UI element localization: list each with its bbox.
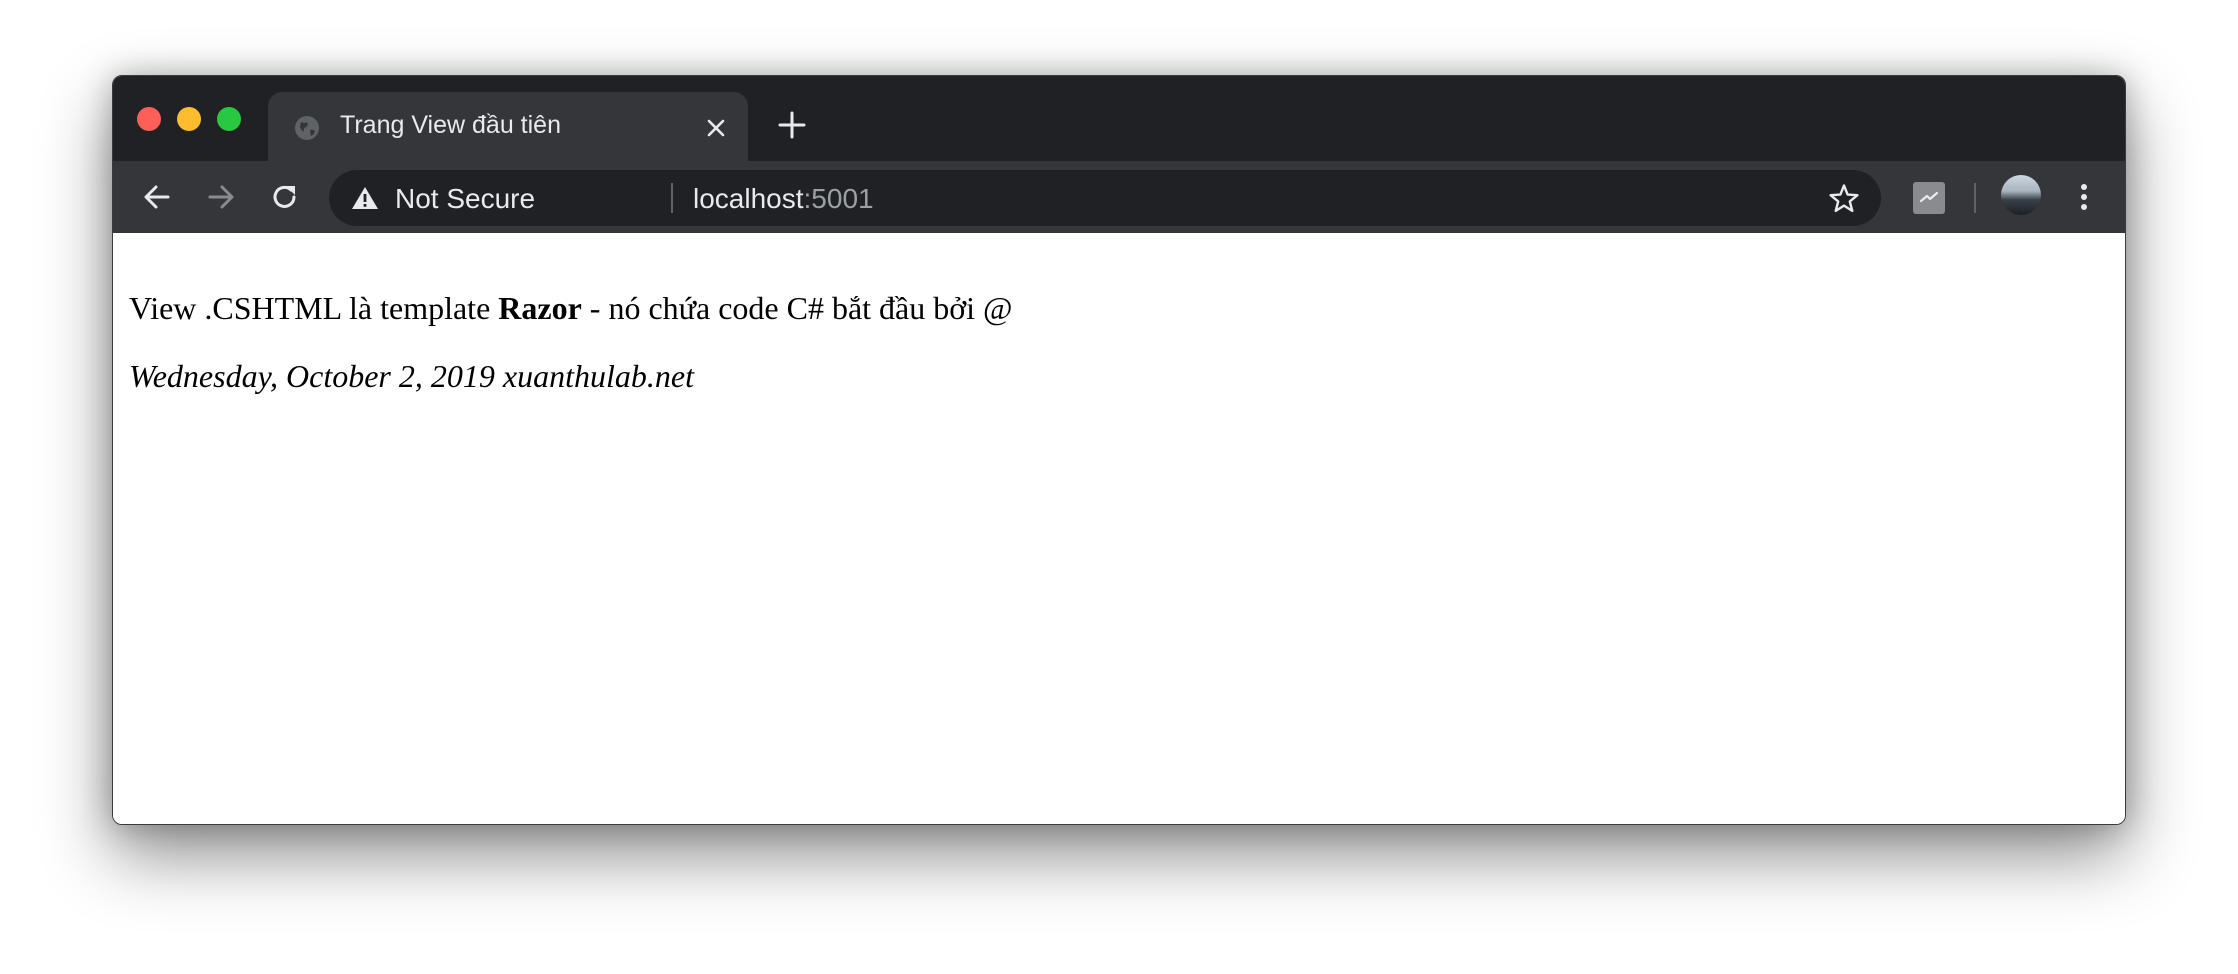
intro-text-bold: Razor [498,290,582,326]
url-port: :5001 [803,183,874,214]
tab-active[interactable]: Trang View đầu tiên [268,92,748,161]
arrow-left-icon[interactable] [139,179,175,215]
intro-text-start: View .CSHTML là template [129,290,499,326]
kebab-menu-icon[interactable] [2066,179,2102,215]
address-bar[interactable]: Not Secure localhost:5001 [329,170,1881,226]
warning-triangle-icon[interactable] [351,185,379,211]
check-icon [1919,191,1939,203]
window-close-button[interactable] [137,107,161,131]
url-text[interactable]: localhost:5001 [693,183,874,215]
intro-paragraph: View .CSHTML là template Razor - nó chứa… [129,290,1013,327]
avatar[interactable] [2001,175,2041,215]
arrow-right-icon[interactable] [203,179,239,215]
tab-title: Trang View đầu tiên [340,111,561,139]
close-icon[interactable] [702,114,730,142]
star-icon[interactable] [1827,182,1861,216]
toolbar-divider [1974,183,1976,213]
window-maximize-button[interactable] [217,107,241,131]
browser-window: Trang View đầu tiên Not Secure localhost… [112,75,2126,825]
date-line: Wednesday, October 2, 2019 xuanthulab.ne… [129,358,694,394]
reload-icon[interactable] [267,179,303,215]
intro-text-end: - nó chứa code C# bắt đầu bởi @ [581,290,1013,326]
extension-icon[interactable] [1913,182,1945,214]
url-host: localhost [693,183,804,214]
toolbar: Not Secure localhost:5001 [113,161,2125,233]
tab-strip: Trang View đầu tiên [113,76,2125,161]
globe-icon [295,116,319,140]
security-label[interactable]: Not Secure [395,183,535,215]
plus-icon[interactable] [775,108,809,142]
page-content: View .CSHTML là template Razor - nó chứa… [113,233,2125,824]
omnibox-divider [671,183,673,213]
window-minimize-button[interactable] [177,107,201,131]
